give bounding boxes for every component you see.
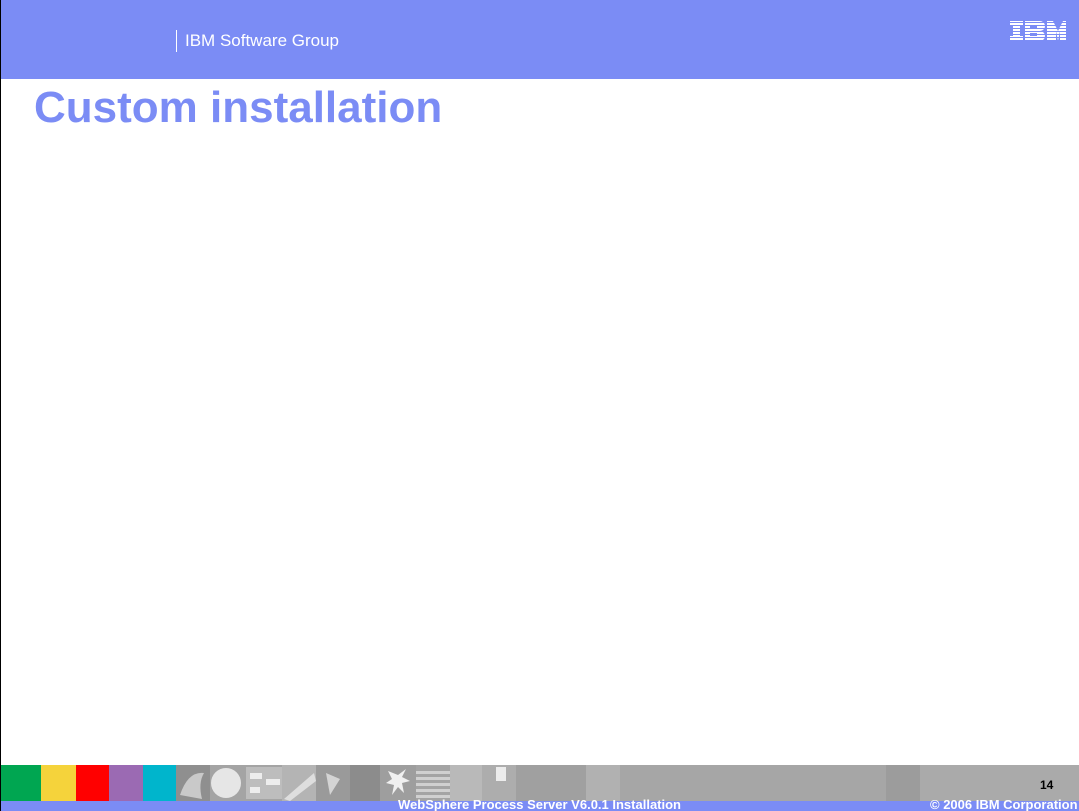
color-swatch-red [76, 765, 109, 801]
color-swatch-yellow [41, 765, 76, 801]
slide-border [0, 0, 1, 811]
copyright-notice: © 2006 IBM Corporation [930, 797, 1078, 811]
page-number: 14 [1040, 778, 1054, 792]
presentation-title: WebSphere Process Server V6.0.1 Installa… [398, 797, 681, 811]
ibm-logo-icon [1010, 21, 1066, 41]
slide: IBM Software Group Custom installation 1… [0, 0, 1079, 811]
slide-title: Custom installation [34, 83, 443, 132]
header-bar: IBM Software Group [0, 0, 1079, 79]
color-swatch-cyan [143, 765, 176, 801]
header-divider [176, 30, 177, 52]
color-swatch-green [0, 765, 41, 801]
decorative-photo-strip [176, 765, 1079, 801]
color-swatch-purple [109, 765, 143, 801]
software-group-label: IBM Software Group [185, 31, 340, 50]
footer-image-strip: 14 [0, 765, 1079, 801]
